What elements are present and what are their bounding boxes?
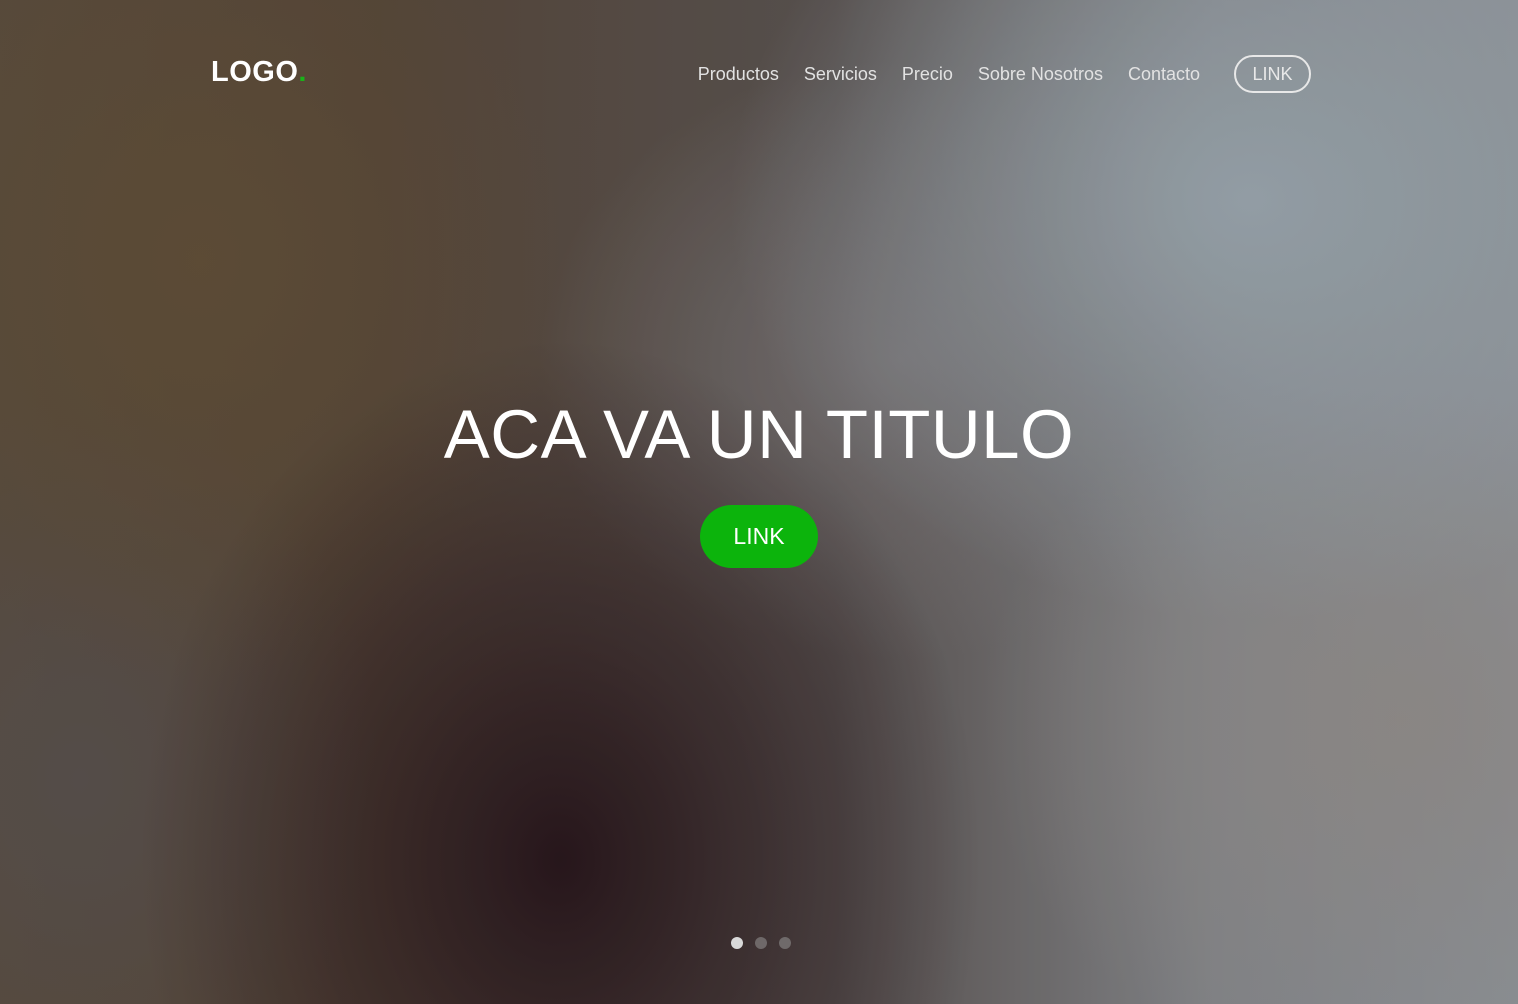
carousel-dot-2[interactable] — [755, 937, 767, 949]
logo-text: LOGO — [211, 56, 299, 88]
carousel-indicators — [731, 937, 803, 949]
nav-link-productos[interactable]: Productos — [698, 64, 779, 85]
nav-link-servicios[interactable]: Servicios — [804, 64, 877, 85]
site-header: LOGO. Productos Servicios Precio Sobre N… — [0, 0, 1518, 148]
carousel-dot-3[interactable] — [779, 937, 791, 949]
hero-content: ACA VA UN TITULO LINK — [0, 395, 1518, 568]
hero-section: LOGO. Productos Servicios Precio Sobre N… — [0, 0, 1518, 1004]
carousel-dot-1[interactable] — [731, 937, 743, 949]
nav-link-contacto[interactable]: Contacto — [1128, 64, 1200, 85]
main-nav: Productos Servicios Precio Sobre Nosotro… — [698, 55, 1311, 93]
hero-title: ACA VA UN TITULO — [443, 396, 1075, 473]
nav-link-sobre-nosotros[interactable]: Sobre Nosotros — [978, 64, 1103, 85]
hero-link-button[interactable]: LINK — [700, 505, 818, 568]
nav-link-button[interactable]: LINK — [1234, 55, 1311, 93]
nav-link-precio[interactable]: Precio — [902, 64, 953, 85]
logo-dot: . — [298, 56, 307, 88]
logo[interactable]: LOGO. — [211, 56, 307, 89]
